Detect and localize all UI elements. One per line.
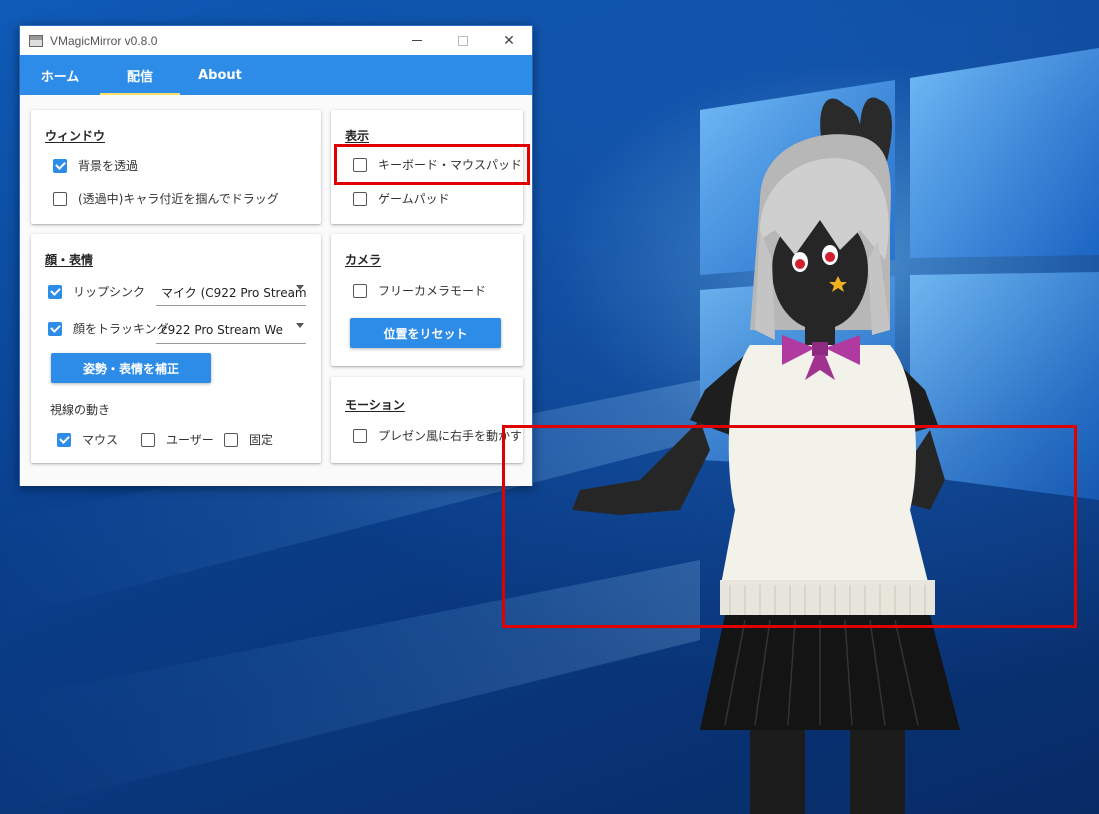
presentation-hand-option[interactable]: プレゼン風に右手を動かす — [353, 427, 521, 444]
gaze-fixed-label: 固定 — [249, 433, 274, 447]
keyboard-mousepad-option[interactable]: キーボード・マウスパッド — [353, 156, 522, 173]
microphone-select[interactable]: マイク (C922 Pro Stream — [156, 279, 306, 306]
free-camera-label: フリーカメラモード — [378, 284, 487, 298]
maximize-icon — [458, 35, 468, 46]
gamepad-option[interactable]: ゲームパッド — [353, 190, 450, 207]
gamepad-checkbox[interactable] — [353, 191, 367, 206]
tab-content: ウィンドウ 背景を透過 (透過中)キャラ付近を掴んでドラッグ 顔・表情 リップシ… — [20, 95, 532, 486]
close-button[interactable]: ✕ — [486, 26, 532, 55]
chevron-down-icon — [296, 323, 304, 328]
camera-settings-card: カメラ フリーカメラモード 位置をリセット — [331, 234, 523, 366]
display-settings-card: 表示 キーボード・マウスパッド ゲームパッド — [331, 110, 523, 224]
gaze-mouse-label: マウス — [82, 433, 119, 447]
gaze-mouse-option[interactable]: マウス — [57, 431, 118, 448]
close-icon: ✕ — [503, 32, 515, 49]
drag-character-label: (透過中)キャラ付近を掴んでドラッグ — [78, 192, 279, 206]
tab-home[interactable]: ホーム — [20, 55, 100, 95]
app-icon — [29, 34, 43, 47]
motion-card-title: モーション — [345, 398, 405, 412]
tab-bar: ホーム 配信 About — [20, 55, 532, 95]
gaze-user-checkbox[interactable] — [141, 432, 155, 447]
gaze-user-label: ユーザー — [166, 433, 214, 447]
gaze-mouse-checkbox[interactable] — [57, 432, 71, 447]
presentation-hand-label: プレゼン風に右手を動かす — [378, 429, 521, 443]
transparent-background-checkbox[interactable] — [53, 158, 67, 173]
lipsync-option[interactable]: リップシンク — [48, 283, 145, 300]
keyboard-mousepad-checkbox[interactable] — [353, 157, 367, 172]
window-settings-card: ウィンドウ 背景を透過 (透過中)キャラ付近を掴んでドラッグ — [31, 110, 321, 224]
calibrate-posture-button[interactable]: 姿勢・表情を補正 — [51, 353, 211, 383]
app-window: VMagicMirror v0.8.0 ✕ ホーム 配信 About ウィンドウ… — [19, 25, 533, 486]
gaze-fixed-checkbox[interactable] — [224, 432, 238, 447]
gamepad-label: ゲームパッド — [378, 192, 450, 206]
gaze-user-option[interactable]: ユーザー — [141, 431, 214, 448]
reset-position-button[interactable]: 位置をリセット — [350, 318, 501, 348]
keyboard-mousepad-label: キーボード・マウスパッド — [378, 158, 523, 172]
free-camera-option[interactable]: フリーカメラモード — [353, 282, 486, 299]
maximize-button[interactable] — [440, 26, 486, 55]
drag-character-checkbox[interactable] — [53, 191, 67, 206]
gaze-fixed-option[interactable]: 固定 — [224, 431, 273, 448]
transparent-background-option[interactable]: 背景を透過 — [53, 157, 138, 174]
avatar-character — [572, 97, 960, 814]
lipsync-label: リップシンク — [73, 285, 146, 299]
window-card-title: ウィンドウ — [45, 129, 106, 143]
microphone-select-value: マイク (C922 Pro Stream — [161, 285, 306, 300]
title-bar[interactable]: VMagicMirror v0.8.0 ✕ — [20, 26, 532, 55]
camera-device-select-value: c922 Pro Stream Webcam — [161, 323, 284, 337]
lipsync-checkbox[interactable] — [48, 284, 62, 299]
face-settings-card: 顔・表情 リップシンク マイク (C922 Pro Stream 顔をトラッキン… — [31, 234, 321, 463]
chevron-down-icon — [296, 285, 304, 290]
display-card-title: 表示 — [345, 129, 370, 143]
motion-settings-card: モーション プレゼン風に右手を動かす — [331, 377, 523, 463]
camera-device-select[interactable]: c922 Pro Stream Webcam — [156, 317, 306, 344]
presentation-hand-checkbox[interactable] — [353, 428, 367, 443]
gaze-label: 視線の動き — [50, 403, 111, 417]
tab-streaming[interactable]: 配信 — [100, 55, 180, 95]
camera-card-title: カメラ — [345, 253, 382, 267]
tab-about[interactable]: About — [180, 55, 260, 95]
face-tracking-option[interactable]: 顔をトラッキング — [48, 320, 169, 337]
face-card-title: 顔・表情 — [45, 253, 94, 267]
drag-character-option[interactable]: (透過中)キャラ付近を掴んでドラッグ — [53, 190, 279, 207]
minimize-icon — [412, 40, 422, 41]
window-title: VMagicMirror v0.8.0 — [50, 33, 158, 48]
minimize-button[interactable] — [394, 26, 440, 55]
transparent-background-label: 背景を透過 — [78, 159, 139, 173]
face-tracking-checkbox[interactable] — [48, 321, 62, 336]
free-camera-checkbox[interactable] — [353, 283, 367, 298]
face-tracking-label: 顔をトラッキング — [73, 322, 169, 336]
